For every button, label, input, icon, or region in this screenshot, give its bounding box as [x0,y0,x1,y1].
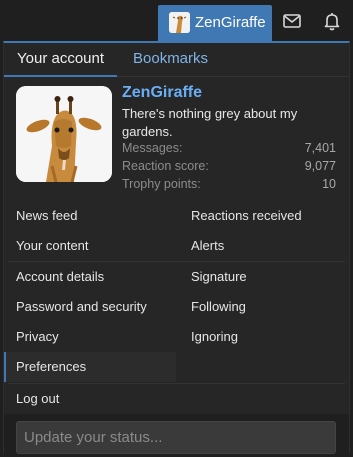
menu-signature[interactable]: Signature [179,262,247,292]
top-navbar: ZenGiraffe [0,0,353,42]
stat-reaction-score: Reaction score: 9,077 [122,159,336,175]
account-tabs: Your account Bookmarks [3,43,349,77]
stat-messages: Messages: 7,401 [122,141,336,157]
profile-username[interactable]: ZenGiraffe [122,84,202,102]
account-username: ZenGiraffe [195,14,266,31]
tab-your-account[interactable]: Your account [3,50,118,77]
menu-ignoring[interactable]: Ignoring [179,322,238,352]
avatar[interactable] [16,86,112,182]
stat-value: 7,401 [304,141,336,155]
avatar-icon [169,12,190,33]
account-dropdown-panel: Your account Bookmarks ZenGiraffe There'… [3,41,350,455]
menu-log-out[interactable]: Log out [4,384,59,414]
mail-icon[interactable] [281,10,303,32]
menu-preferences[interactable]: Preferences [4,352,176,382]
stat-value: 10 [322,177,336,191]
account-button[interactable]: ZenGiraffe [158,5,272,41]
menu-following[interactable]: Following [179,292,246,322]
menu-account-details[interactable]: Account details [4,262,104,292]
menu-privacy[interactable]: Privacy [4,322,59,352]
stat-label: Reaction score: [122,159,209,173]
status-input[interactable] [16,421,336,454]
menu-your-content[interactable]: Your content [4,231,89,261]
menu-reactions-received[interactable]: Reactions received [179,201,302,231]
bell-icon[interactable] [321,10,343,32]
stat-value: 9,077 [304,159,336,173]
status-update-area [4,414,349,455]
stat-label: Trophy points: [122,177,201,191]
menu-password-and-security[interactable]: Password and security [4,292,147,322]
profile-status: There's nothing grey about my gardens. [122,106,298,139]
stat-trophy-points: Trophy points: 10 [122,177,336,193]
stat-label: Messages: [122,141,183,155]
menu-alerts[interactable]: Alerts [179,231,224,261]
menu-news-feed[interactable]: News feed [4,201,77,231]
tab-bookmarks[interactable]: Bookmarks [133,50,208,76]
